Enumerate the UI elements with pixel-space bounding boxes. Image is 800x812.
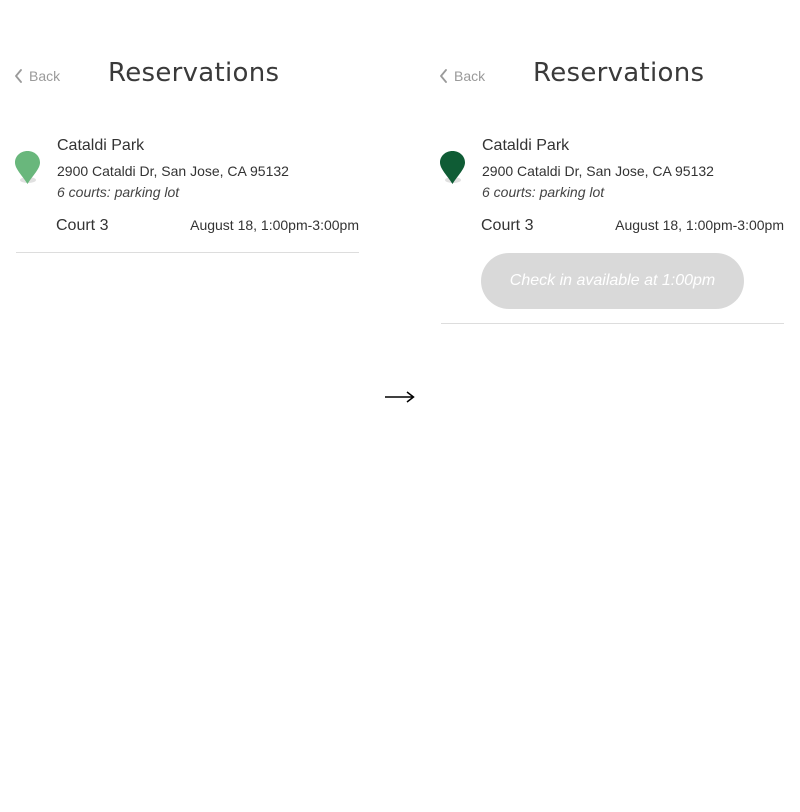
reservations-screen-after: Back Reservations Cataldi Park 2900 Cata… [425, 0, 800, 812]
back-button[interactable]: Back [14, 66, 60, 86]
divider [441, 323, 784, 324]
check-in-button[interactable]: Check in available at 1:00pm [481, 253, 744, 309]
map-pin-icon [15, 151, 40, 184]
park-name: Cataldi Park [57, 137, 145, 154]
reservation-time: August 18, 1:00pm-3:00pm [615, 217, 784, 233]
park-address: 2900 Cataldi Dr, San Jose, CA 95132 [57, 163, 289, 179]
page-title: Reservations [533, 58, 705, 88]
reservations-screen-before: Back Reservations Cataldi Park 2900 Cata… [0, 0, 375, 812]
court-label: Court 3 [56, 217, 109, 234]
reservation-time: August 18, 1:00pm-3:00pm [190, 217, 359, 233]
court-label: Court 3 [481, 217, 534, 234]
page-title: Reservations [108, 58, 280, 88]
park-courts-info: 6 courts: parking lot [57, 184, 180, 200]
map-pin-icon [440, 151, 465, 184]
right-arrow-icon [385, 391, 415, 403]
chevron-left-icon [440, 69, 447, 83]
back-label: Back [29, 68, 61, 84]
back-label: Back [454, 68, 486, 84]
chevron-left-icon [15, 69, 22, 83]
back-button[interactable]: Back [439, 66, 485, 86]
park-address: 2900 Cataldi Dr, San Jose, CA 95132 [482, 163, 714, 179]
park-name: Cataldi Park [482, 137, 570, 154]
park-courts-info: 6 courts: parking lot [482, 184, 605, 200]
divider [16, 252, 359, 253]
